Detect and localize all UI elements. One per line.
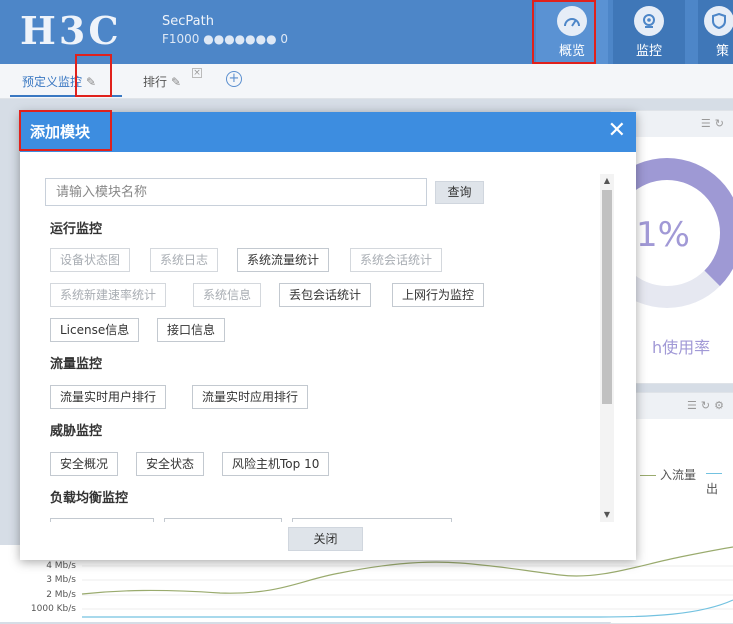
tab-predefined-monitor-label: 预定义监控 [22, 75, 83, 89]
module-system-traffic[interactable]: 系统流量统计 [237, 248, 330, 272]
legend-in-label: 入流量 [660, 468, 697, 482]
camera-icon [634, 6, 664, 36]
legend-in-flow: 入流量 [640, 466, 696, 483]
card-tools-icons[interactable]: ☰↻⚙ [687, 399, 728, 412]
nav-monitor[interactable]: 监控 [613, 0, 685, 64]
legend-out-swatch [706, 473, 722, 474]
add-tab-icon[interactable]: + [226, 71, 242, 87]
module-system-log: 系统日志 [150, 248, 219, 272]
nav-policy-label: 策 [716, 44, 730, 59]
legend-out-label: 出 [706, 482, 719, 496]
scroll-down-arrow-icon[interactable]: ▼ [600, 508, 614, 522]
module-drop-session[interactable]: 丢包会话统计 [279, 283, 372, 307]
section-title-load-balance-monitor: 负载均衡监控 [50, 491, 129, 506]
module-chip-partial[interactable] [292, 518, 452, 522]
usage-label: h使用率 [652, 338, 711, 357]
dialog-scrollbar[interactable]: ▲ ▼ [600, 174, 614, 522]
section-title-threat-monitor: 威胁监控 [50, 424, 103, 439]
module-realtime-user-rank[interactable]: 流量实时用户排行 [50, 385, 167, 409]
section-title-runtime-monitor: 运行监控 [50, 222, 103, 237]
add-module-dialog: 添加模块 ✕ 查询 运行监控 设备状态图 系统日志 系统流量统计 系统会话统计 … [20, 112, 636, 560]
module-security-status[interactable]: 安全状态 [136, 452, 205, 476]
module-security-overview[interactable]: 安全概况 [50, 452, 119, 476]
highlight-edit-pencil [75, 54, 112, 97]
card-tools-icons[interactable]: ☰↻ [701, 117, 728, 130]
scroll-up-arrow-icon[interactable]: ▲ [600, 174, 614, 188]
tab-ranking-label: 排行 [143, 75, 168, 89]
module-system-session: 系统会话统计 [350, 248, 443, 272]
module-chip-partial[interactable] [50, 518, 154, 522]
usage-percent: 1% [636, 215, 690, 255]
nav-policy[interactable]: 策 [698, 0, 733, 64]
module-chip-partial[interactable] [164, 518, 282, 522]
section-title-traffic-monitor: 流量监控 [50, 357, 103, 372]
product-name: SecPath [162, 14, 214, 29]
module-new-rate: 系统新建速率统计 [50, 283, 167, 307]
nav-monitor-label: 监控 [635, 44, 662, 59]
highlight-overview [532, 0, 596, 64]
close-button[interactable]: 关闭 [288, 527, 363, 551]
scrollbar-thumb[interactable] [602, 190, 612, 404]
legend-in-swatch [640, 475, 656, 476]
close-tab-icon[interactable]: × [192, 68, 202, 78]
module-license-info[interactable]: License信息 [50, 318, 140, 342]
dialog-header: 添加模块 ✕ [20, 112, 636, 152]
module-web-behavior[interactable]: 上网行为监控 [392, 283, 485, 307]
highlight-dialog-title [19, 110, 112, 151]
tab-ranking[interactable]: 排行 ✎ [143, 73, 181, 90]
query-button[interactable]: 查询 [435, 181, 484, 204]
module-system-info: 系统信息 [193, 283, 262, 307]
module-device-status: 设备状态图 [50, 248, 131, 272]
close-icon[interactable]: ✕ [608, 118, 626, 144]
shield-icon [704, 6, 733, 36]
module-interface-info[interactable]: 接口信息 [157, 318, 226, 342]
module-risk-host-top10[interactable]: 风险主机Top 10 [222, 452, 330, 476]
h3c-logo: H3C [20, 8, 122, 53]
legend-out-flow: 出 [706, 466, 733, 497]
dialog-body: 查询 运行监控 设备状态图 系统日志 系统流量统计 系统会话统计 系统新建速率统… [20, 152, 636, 522]
edit-pencil-icon[interactable]: ✎ [171, 75, 181, 89]
module-search-input[interactable] [45, 178, 427, 206]
module-realtime-app-rank[interactable]: 流量实时应用排行 [192, 385, 309, 409]
product-model: F1000 ●●●●●●● 0 [162, 32, 288, 46]
